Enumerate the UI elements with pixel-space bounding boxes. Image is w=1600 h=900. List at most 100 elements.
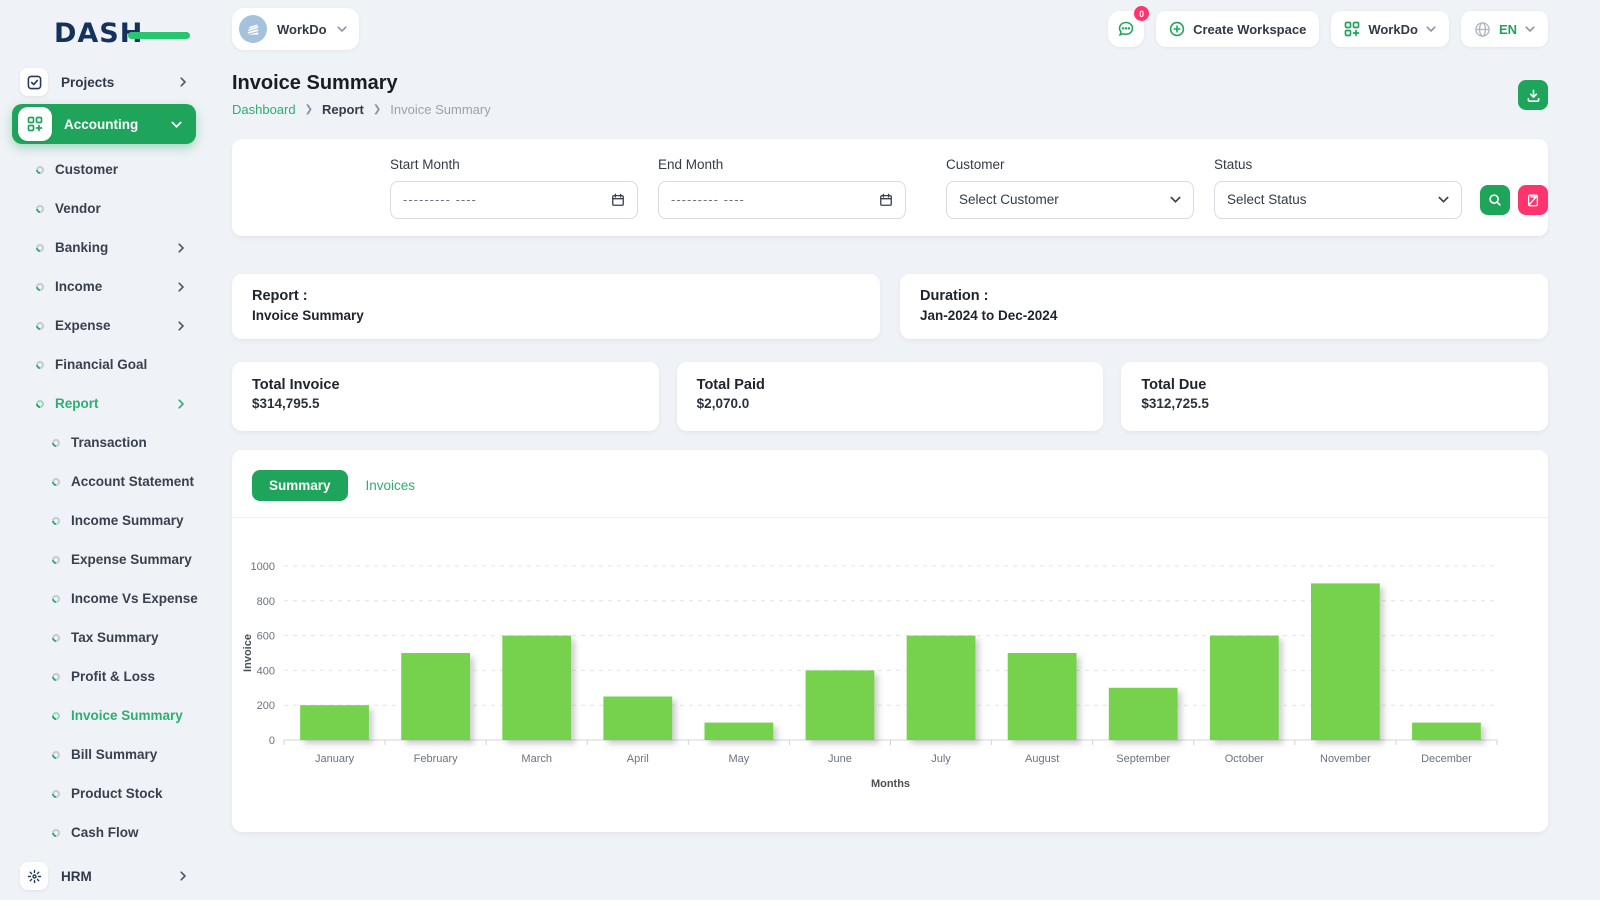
tab-invoices[interactable]: Invoices <box>366 478 416 493</box>
sidebar-item-projects[interactable]: Projects <box>12 66 196 98</box>
sidebar-item-account-statement[interactable]: Account Statement <box>0 462 208 501</box>
chart-card: Summary Invoices 0 200 400 600 800 1000 Januar… <box>232 450 1548 832</box>
workspace-switcher[interactable]: WorkDo <box>232 8 359 50</box>
end-month-input[interactable]: --------- ---- <box>658 180 906 219</box>
sidebar-item-transaction[interactable]: Transaction <box>0 423 208 462</box>
start-month-input[interactable]: --------- ---- <box>390 180 638 219</box>
workspace-menu-button[interactable]: WorkDo <box>1331 11 1449 47</box>
create-workspace-label: Create Workspace <box>1193 21 1307 37</box>
chevron-right-icon <box>176 281 186 292</box>
breadcrumb-dashboard[interactable]: Dashboard <box>232 102 296 117</box>
sidebar-item-income-vs-expense[interactable]: Income Vs Expense <box>0 579 208 618</box>
sidebar-item-income-summary[interactable]: Income Summary <box>0 501 208 540</box>
duration-info-card: Duration : Jan-2024 to Dec-2024 <box>900 274 1548 339</box>
stat-title: Total Paid <box>696 377 765 393</box>
messages-button[interactable]: 0 <box>1108 6 1150 47</box>
chart-tabs: Summary Invoices <box>232 450 1548 518</box>
chevron-right-icon: ❯ <box>304 104 313 115</box>
sidebar-item-accounting[interactable]: Accounting <box>12 104 196 144</box>
workspace-avatar-building-icon <box>239 15 267 43</box>
breadcrumb: Dashboard ❯ Report ❯ Invoice Summary <box>232 102 491 117</box>
sidebar-item-vendor[interactable]: Vendor <box>0 189 208 228</box>
svg-text:600: 600 <box>257 631 275 643</box>
svg-text:February: February <box>414 753 459 765</box>
sidebar-item-bill-summary[interactable]: Bill Summary <box>0 735 208 774</box>
report-info-value: Invoice Summary <box>252 308 364 323</box>
sidebar-item-cash-flow[interactable]: Cash Flow <box>0 813 208 852</box>
breadcrumb-report[interactable]: Report <box>322 102 364 117</box>
bullet-icon <box>34 202 46 215</box>
bullet-icon <box>34 241 46 254</box>
clipboard-slash-icon <box>1526 193 1540 207</box>
chevron-down-icon <box>1438 194 1449 205</box>
svg-text:March: March <box>521 753 552 765</box>
chevron-down-icon <box>171 119 182 130</box>
topbar: WorkDo 0 Create Workspace WorkDo EN <box>232 0 1548 58</box>
svg-text:July: July <box>931 753 951 765</box>
sidebar-item-product-stock[interactable]: Product Stock <box>0 774 208 813</box>
sidebar-item-customer[interactable]: Customer <box>0 150 208 189</box>
bar-november <box>1311 583 1380 740</box>
total-due-card: Total Due $312,725.5 <box>1121 362 1549 431</box>
bullet-icon <box>34 397 46 410</box>
start-month-field: Start Month --------- ---- <box>390 157 638 219</box>
sidebar-item-banking[interactable]: Banking <box>0 228 208 267</box>
chevron-down-icon <box>1426 24 1436 34</box>
sidebar-item-financial-goal[interactable]: Financial Goal <box>0 345 208 384</box>
bar-september <box>1108 687 1178 740</box>
sidebar-item-expense[interactable]: Expense <box>0 306 208 345</box>
messages-badge: 0 <box>1134 6 1150 21</box>
chevron-right-icon <box>176 242 186 253</box>
svg-text:December: December <box>1421 753 1472 765</box>
customer-field: Customer Select Customer <box>946 157 1194 219</box>
sidebar-item-expense-summary[interactable]: Expense Summary <box>0 540 208 579</box>
bar-october <box>1209 635 1279 740</box>
sidebar-item-label: HRM <box>61 868 92 884</box>
bullet-icon <box>50 592 62 605</box>
download-icon <box>1526 88 1541 103</box>
bullet-icon <box>50 826 62 839</box>
apply-filter-button[interactable] <box>1480 184 1510 215</box>
breadcrumb-current: Invoice Summary <box>390 102 491 117</box>
svg-text:200: 200 <box>257 700 275 712</box>
report-info-card: Report : Invoice Summary <box>232 274 880 339</box>
bar-may <box>704 722 774 740</box>
status-field: Status Select Status <box>1214 157 1462 219</box>
chevron-right-icon <box>176 320 186 331</box>
calendar-icon <box>879 193 893 207</box>
bullet-icon <box>34 280 46 293</box>
svg-text:Invoice: Invoice <box>242 634 254 672</box>
svg-text:September: September <box>1116 753 1170 765</box>
sidebar-item-income[interactable]: Income <box>0 267 208 306</box>
customer-select[interactable]: Select Customer <box>946 180 1194 219</box>
chevron-right-icon <box>178 77 188 87</box>
sidebar-item-label: Accounting <box>64 116 139 132</box>
calendar-icon <box>611 193 625 207</box>
svg-text:January: January <box>315 753 355 765</box>
download-button[interactable] <box>1518 80 1548 110</box>
language-selector[interactable]: EN <box>1460 11 1548 47</box>
create-workspace-button[interactable]: Create Workspace <box>1156 11 1320 47</box>
sidebar-item-profit-loss[interactable]: Profit & Loss <box>0 657 208 696</box>
reset-filter-button[interactable] <box>1518 184 1548 215</box>
bullet-icon <box>50 475 62 488</box>
chevron-down-icon <box>1170 194 1181 205</box>
end-month-label: End Month <box>658 156 724 172</box>
stat-value: $2,070.0 <box>696 396 750 411</box>
bullet-icon <box>50 514 62 527</box>
duration-info-title: Duration : <box>920 288 989 304</box>
status-select[interactable]: Select Status <box>1214 180 1462 219</box>
bullet-icon <box>34 319 46 332</box>
stat-cards: Total Invoice $314,795.5 Total Paid $2,0… <box>232 362 1549 431</box>
sidebar-item-report[interactable]: Report <box>0 384 208 423</box>
report-info-title: Report : <box>252 288 308 304</box>
bullet-icon <box>50 787 62 800</box>
tab-summary[interactable]: Summary <box>252 470 348 501</box>
svg-text:April: April <box>627 753 649 765</box>
language-label: EN <box>1498 21 1517 37</box>
sidebar-item-invoice-summary[interactable]: Invoice Summary <box>0 696 208 735</box>
sidebar-item-tax-summary[interactable]: Tax Summary <box>0 618 208 657</box>
sidebar-item-hrm[interactable]: HRM <box>12 860 196 892</box>
logo-dash-icon <box>128 32 190 39</box>
app-logo[interactable]: DASH <box>54 18 190 52</box>
